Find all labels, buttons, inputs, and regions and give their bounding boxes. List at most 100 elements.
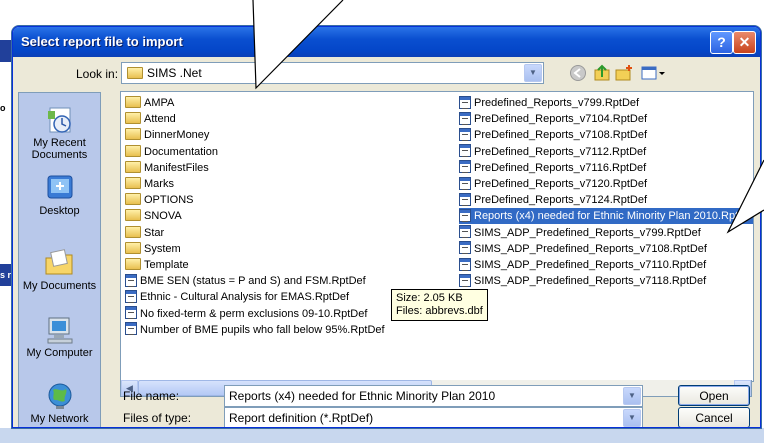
file-item[interactable]: Number of BME pupils who fall below 95%.… bbox=[125, 322, 385, 338]
file-item[interactable]: SIMS_ADP_Predefined_Reports_v7118.RptDef bbox=[459, 273, 706, 289]
item-label: Attend bbox=[144, 113, 176, 126]
item-label: Marks bbox=[144, 178, 174, 190]
file-item[interactable]: PreDefined_Reports_v7124.RptDef bbox=[459, 192, 647, 208]
folder-icon bbox=[125, 160, 141, 173]
new-folder-icon[interactable] bbox=[615, 64, 633, 82]
folder-item[interactable]: DinnerMoney bbox=[125, 127, 209, 143]
report-file-icon bbox=[125, 289, 137, 303]
file-item[interactable]: PreDefined_Reports_v7120.RptDef bbox=[459, 176, 647, 192]
filename-combo[interactable]: Reports (x4) needed for Ethnic Minority … bbox=[224, 385, 643, 407]
dialog-title: Select report file to import bbox=[21, 34, 183, 49]
cancel-button[interactable]: Cancel bbox=[678, 407, 750, 427]
folder-item[interactable]: Attend bbox=[125, 111, 176, 127]
filetype-combo[interactable]: Report definition (*.RptDef) ▼ bbox=[224, 407, 643, 427]
folder-icon bbox=[125, 177, 141, 190]
item-label: SIMS_ADP_Predefined_Reports_v7118.RptDef bbox=[474, 275, 707, 288]
file-item[interactable]: SIMS_ADP_Predefined_Reports_v7108.RptDef bbox=[459, 241, 707, 257]
folder-item[interactable]: OPTIONS bbox=[125, 192, 194, 208]
folder-icon bbox=[125, 258, 141, 271]
up-folder-icon[interactable] bbox=[593, 64, 611, 82]
folder-item[interactable]: Star bbox=[125, 225, 164, 241]
report-file-icon bbox=[125, 273, 137, 287]
folder-item[interactable]: System bbox=[125, 241, 181, 257]
filetype-value: Report definition (*.RptDef) bbox=[229, 411, 374, 425]
report-file-icon bbox=[459, 111, 471, 125]
report-file-icon bbox=[459, 273, 471, 287]
views-menu-icon[interactable] bbox=[640, 64, 666, 82]
item-label: OPTIONS bbox=[144, 194, 194, 207]
background-bottom-strip bbox=[0, 428, 764, 443]
folder-item[interactable]: Template bbox=[125, 257, 189, 273]
file-item[interactable]: No fixed-term & perm exclusions 09-10.Rp… bbox=[125, 306, 367, 322]
item-label: PreDefined_Reports_v7116.RptDef bbox=[474, 161, 647, 174]
file-item[interactable]: SIMS_ADP_Predefined_Reports_v799.RptDef bbox=[459, 225, 701, 241]
folder-item[interactable]: SNOVA bbox=[125, 208, 182, 224]
place-label: My Computer bbox=[26, 347, 93, 359]
close-button[interactable]: ✕ bbox=[733, 31, 756, 54]
file-item[interactable]: BME SEN (status = P and S) and FSM.RptDe… bbox=[125, 273, 366, 289]
file-item[interactable]: PreDefined_Reports_v7108.RptDef bbox=[459, 127, 647, 143]
report-file-icon bbox=[459, 225, 471, 239]
chevron-down-icon[interactable]: ▼ bbox=[524, 64, 542, 82]
report-file-icon bbox=[125, 306, 137, 320]
filetype-label: Files of type: bbox=[123, 411, 192, 425]
report-file-icon bbox=[459, 127, 471, 141]
file-item[interactable]: PreDefined_Reports_v7112.RptDef bbox=[459, 144, 646, 160]
folder-item[interactable]: Marks bbox=[125, 176, 174, 192]
item-label: DinnerMoney bbox=[144, 129, 210, 142]
folder-item[interactable]: ManifestFiles bbox=[125, 160, 209, 176]
chevron-down-icon[interactable]: ▼ bbox=[623, 409, 641, 427]
background-text-fragment: s r bbox=[0, 270, 12, 280]
background-header-bar bbox=[0, 40, 12, 62]
item-label: PreDefined_Reports_v7108.RptDef bbox=[474, 129, 648, 142]
my-computer-icon bbox=[47, 317, 72, 344]
file-item[interactable]: Ethnic - Cultural Analysis for EMAS.RptD… bbox=[125, 289, 349, 305]
place-label: My Network bbox=[30, 413, 89, 425]
item-label: SNOVA bbox=[144, 210, 182, 223]
folder-icon bbox=[125, 193, 141, 206]
item-label: Predefined_Reports_v799.RptDef bbox=[474, 97, 640, 109]
folder-icon bbox=[125, 144, 141, 157]
folder-icon bbox=[125, 225, 141, 238]
item-label: No fixed-term & perm exclusions 09-10.Rp… bbox=[140, 307, 368, 320]
open-button[interactable]: Open bbox=[678, 385, 750, 406]
item-label: PreDefined_Reports_v7112.RptDef bbox=[474, 145, 647, 158]
place-my-computer[interactable]: My Computer bbox=[19, 315, 100, 359]
item-label: Template bbox=[144, 259, 189, 271]
place-desktop[interactable]: Desktop bbox=[19, 173, 100, 217]
title-bar: Select report file to import ? ✕ bbox=[13, 27, 760, 57]
help-button[interactable]: ? bbox=[710, 31, 733, 54]
file-item[interactable]: PreDefined_Reports_v7116.RptDef bbox=[459, 160, 646, 176]
lookin-label: Look in: bbox=[76, 67, 119, 81]
item-label: PreDefined_Reports_v7104.RptDef bbox=[474, 113, 648, 126]
lookin-value: SIMS .Net bbox=[147, 66, 202, 80]
tooltip-files: Files: abbrevs.dbf bbox=[396, 305, 483, 317]
place-recent-documents[interactable]: My Recent Documents bbox=[19, 105, 100, 161]
file-item[interactable]: PreDefined_Reports_v7104.RptDef bbox=[459, 111, 647, 127]
item-label: Ethnic - Cultural Analysis for EMAS.RptD… bbox=[140, 291, 350, 304]
item-label: PreDefined_Reports_v7124.RptDef bbox=[474, 194, 648, 207]
filename-value: Reports (x4) needed for Ethnic Minority … bbox=[229, 389, 496, 403]
filename-label: File name: bbox=[123, 389, 180, 403]
report-file-icon bbox=[125, 322, 137, 336]
item-label: SIMS_ADP_Predefined_Reports_v7108.RptDef bbox=[474, 242, 707, 255]
folder-item[interactable]: AMPA bbox=[125, 95, 174, 111]
place-my-documents[interactable]: My Documents bbox=[19, 248, 100, 292]
folder-icon bbox=[125, 96, 141, 109]
recent-documents-icon bbox=[47, 107, 71, 133]
place-my-network[interactable]: My Network bbox=[19, 381, 100, 425]
file-item[interactable]: SIMS_ADP_Predefined_Reports_v7110.RptDef bbox=[459, 257, 706, 273]
folder-item[interactable]: Documentation bbox=[125, 144, 218, 160]
file-item[interactable]: Predefined_Reports_v799.RptDef bbox=[459, 95, 639, 111]
item-label: PreDefined_Reports_v7120.RptDef bbox=[474, 178, 648, 190]
item-label: System bbox=[144, 242, 181, 255]
lookin-combo[interactable]: SIMS .Net ▼ bbox=[121, 62, 544, 84]
file-list: AMPA Attend DinnerMoney Documentation Manife… bbox=[120, 91, 754, 382]
tooltip-size: Size: 2.05 KB bbox=[396, 292, 463, 304]
chevron-down-icon[interactable]: ▼ bbox=[623, 387, 641, 405]
back-icon[interactable] bbox=[569, 64, 587, 82]
desktop-icon bbox=[47, 175, 72, 199]
file-item[interactable]: Reports (x4) needed for Ethnic Minority … bbox=[459, 208, 753, 225]
item-label: SIMS_ADP_Predefined_Reports_v7110.RptDef bbox=[474, 259, 707, 271]
item-label: Documentation bbox=[144, 145, 218, 158]
